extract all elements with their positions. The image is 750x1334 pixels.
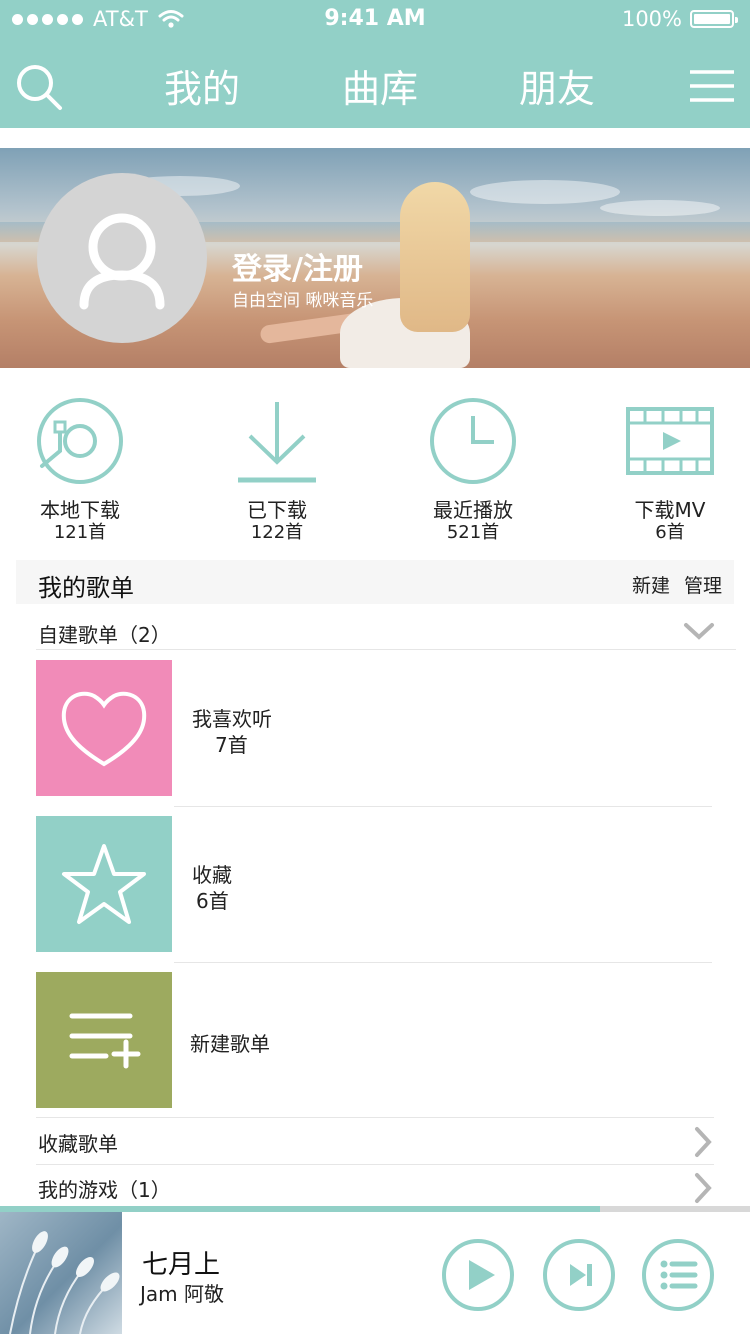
quick-action-recent[interactable]: 最近播放 521首	[398, 396, 548, 544]
download-icon	[238, 402, 316, 483]
tab-friends[interactable]: 朋友	[519, 58, 595, 113]
login-register-link[interactable]: 登录/注册	[232, 244, 363, 288]
quick-action-count: 122首	[250, 522, 304, 543]
quick-action-label: 最近播放	[433, 498, 513, 522]
quick-action-count: 121首	[53, 522, 107, 543]
divider	[36, 649, 736, 650]
album-cover[interactable]	[0, 1212, 122, 1334]
quick-action-label: 下载MV	[634, 498, 706, 522]
add-playlist-icon	[69, 1013, 141, 1069]
song-artist: Jam 阿敬	[140, 1282, 224, 1306]
tab-library[interactable]: 曲库	[342, 58, 418, 113]
custom-playlists-toggle[interactable]: 自建歌单（2）	[38, 619, 171, 648]
hamburger-menu-icon[interactable]	[688, 68, 736, 104]
playlist-thumb-favorites[interactable]	[36, 660, 172, 796]
status-bar: AT&T 9:41 AM 100%	[0, 0, 750, 40]
quick-action-count: 6首	[655, 522, 685, 543]
quick-action-downloaded[interactable]: 已下载 122首	[202, 396, 352, 544]
new-playlist-button[interactable]: 新建	[632, 571, 670, 598]
playlist-count: 6首	[196, 889, 229, 913]
vinyl-disc-icon	[37, 398, 123, 484]
playlist-count: 7首	[215, 733, 248, 757]
next-track-icon[interactable]	[542, 1238, 616, 1312]
battery-percent: 100%	[621, 7, 682, 31]
playlist-name[interactable]: 我喜欢听	[192, 703, 272, 732]
new-playlist-item[interactable]: 新建歌单	[190, 1028, 270, 1057]
divider	[174, 962, 712, 963]
playlist-thumb-new[interactable]	[36, 972, 172, 1108]
playlist-name[interactable]: 收藏	[192, 859, 232, 888]
chevron-right-icon[interactable]	[692, 1172, 714, 1204]
playlist-thumb-collection[interactable]	[36, 816, 172, 952]
song-title: 七月上	[142, 1250, 221, 1280]
my-games-row[interactable]: 我的游戏（1）	[38, 1174, 171, 1203]
star-icon	[62, 844, 146, 924]
quick-action-local[interactable]: 本地下载 121首	[5, 396, 155, 544]
status-right: 100%	[621, 7, 738, 31]
app-header: AT&T 9:41 AM 100% 我的 曲库 朋友	[0, 0, 750, 128]
battery-icon	[690, 10, 738, 28]
quick-action-count: 521首	[446, 522, 500, 543]
top-nav: 我的 曲库 朋友	[0, 40, 750, 128]
section-title: 我的歌单	[38, 574, 134, 602]
grass-artwork	[9, 1231, 120, 1334]
clock-icon	[430, 398, 516, 484]
profile-subtitle: 自由空间 啾咪音乐	[232, 291, 374, 311]
section-actions: 新建 管理	[632, 571, 722, 598]
chevron-right-icon[interactable]	[692, 1126, 714, 1158]
divider	[36, 1164, 714, 1165]
quick-action-label: 已下载	[247, 498, 307, 522]
heart-icon	[61, 691, 147, 767]
search-icon[interactable]	[14, 62, 64, 112]
divider	[174, 806, 712, 807]
chevron-down-icon[interactable]	[683, 620, 715, 642]
playlist-queue-icon[interactable]	[641, 1238, 715, 1312]
my-playlists-header: 我的歌单 新建 管理	[16, 560, 734, 604]
tab-mine[interactable]: 我的	[164, 58, 240, 113]
mini-player: 七月上 Jam 阿敬	[0, 1212, 750, 1334]
film-play-icon	[626, 407, 714, 475]
manage-button[interactable]: 管理	[684, 571, 722, 598]
play-icon[interactable]	[441, 1238, 515, 1312]
avatar[interactable]	[37, 173, 207, 343]
collected-playlists-row[interactable]: 收藏歌单	[38, 1128, 118, 1157]
quick-action-label: 本地下载	[40, 498, 120, 522]
quick-action-mv[interactable]: 下载MV 6首	[595, 396, 745, 544]
divider	[36, 1117, 714, 1118]
user-icon	[79, 213, 165, 310]
